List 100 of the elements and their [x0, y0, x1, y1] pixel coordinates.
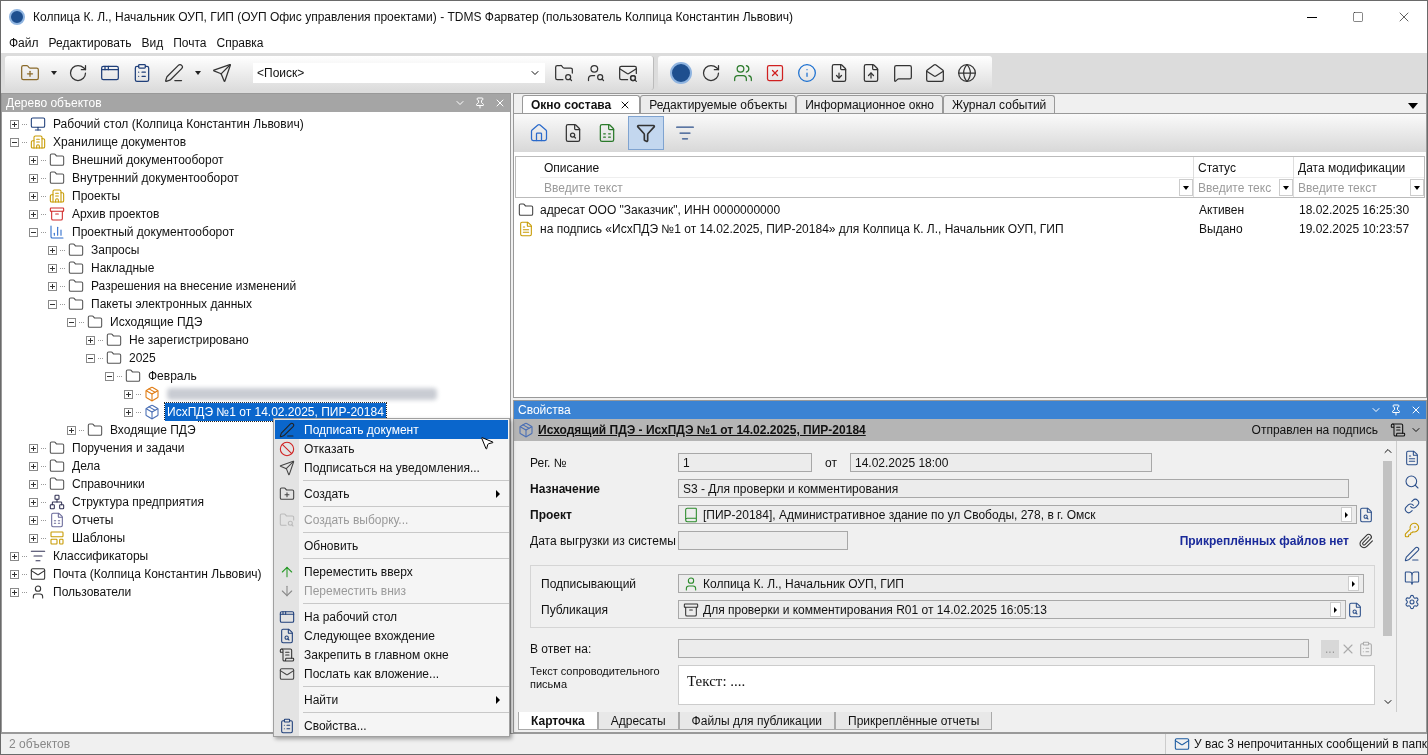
expand-toggle[interactable] [124, 389, 133, 399]
table-cell-text: Активен [1198, 201, 1246, 219]
find-publication-button[interactable] [1346, 600, 1364, 619]
expand-toggle[interactable] [10, 587, 19, 597]
tab[interactable]: Информационное окно [796, 95, 943, 113]
expand-toggle[interactable] [124, 407, 133, 417]
menu-item[interactable]: Отказать [275, 439, 508, 458]
tab[interactable]: Окно состава [522, 95, 641, 113]
reg-number-field[interactable]: 1 [678, 453, 812, 472]
cover-letter-field[interactable]: Текст: .... [678, 665, 1375, 705]
menu-item[interactable]: Закрепить в главном окне [275, 645, 508, 664]
tab[interactable]: Журнал событий [942, 95, 1056, 113]
date-field[interactable]: 14.02.2025 18:00 [850, 453, 1152, 472]
pen-button[interactable] [1402, 545, 1421, 563]
tree-item[interactable]: Внутренний документооборот [70, 169, 241, 187]
dropdown-caret-icon[interactable] [51, 71, 57, 75]
menu-item[interactable]: Следующее вхождение [275, 626, 508, 645]
menu-item[interactable]: Найти [275, 690, 508, 709]
expand-toggle[interactable] [10, 119, 19, 129]
expand-toggle[interactable] [29, 155, 38, 165]
collapse-toggle[interactable] [86, 353, 95, 363]
expand-toggle[interactable] [29, 533, 38, 543]
menu-item[interactable]: Почта [169, 34, 211, 52]
filter-field[interactable]: Введите текст [1294, 177, 1424, 197]
menu-item[interactable]: Файл [5, 34, 43, 52]
collapse-toggle[interactable] [67, 317, 76, 327]
menu-item[interactable]: Вид [137, 34, 168, 52]
expand-toggle[interactable] [29, 515, 38, 525]
pin-icon[interactable] [1390, 404, 1402, 416]
book-button[interactable] [1402, 569, 1421, 587]
project-field[interactable]: [ПИР-20184], Административное здание по ул Свободы, 278, в г. Омск [678, 505, 1357, 524]
menu-item[interactable]: Справка [212, 34, 268, 52]
tree-item[interactable]: ИсхПДЭ №1 от 14.02.2025, ПИР-20184 [165, 403, 386, 421]
collapse-toggle[interactable] [105, 371, 114, 381]
search-button[interactable] [1402, 473, 1421, 491]
publication-field[interactable]: Для проверки и комментирования R01 от 14.02.2025 16:05:13 [678, 600, 1346, 619]
expand-toggle[interactable] [48, 245, 57, 255]
menu-item[interactable]: Создать [275, 484, 508, 503]
mail-icon [30, 566, 46, 582]
expand-toggle[interactable] [86, 335, 95, 345]
window-icon-icon [100, 63, 120, 83]
delete-cross-icon [765, 63, 785, 83]
tab[interactable]: Карточка [518, 712, 598, 730]
menu-item[interactable]: Обновить [275, 536, 508, 555]
purpose-field[interactable]: S3 - Для проверки и комментирования [678, 479, 1349, 498]
tab[interactable]: Редактируемые объекты [640, 95, 797, 113]
expand-toggle[interactable] [48, 281, 57, 291]
expand-toggle[interactable] [29, 209, 38, 219]
table-cell-text: 18.02.2025 16:25:30 [1298, 201, 1411, 219]
menu-item[interactable]: Подписать документ [275, 420, 508, 439]
tree-item[interactable]: Разрешения на внесение изменений [89, 277, 299, 295]
link-button[interactable] [1402, 497, 1421, 515]
export-date-field[interactable] [678, 531, 848, 550]
search-combobox[interactable]: <Поиск> [253, 63, 545, 83]
submenu-arrow-icon [496, 695, 500, 704]
menu-item[interactable]: Переместить вверх [275, 562, 508, 581]
expand-toggle[interactable] [48, 263, 57, 273]
reply-to-field[interactable] [678, 639, 1309, 658]
dropdown-caret-icon[interactable] [195, 71, 201, 75]
expand-toggle[interactable] [67, 425, 76, 435]
find-project-button[interactable] [1357, 505, 1375, 524]
attach-file-button[interactable] [1357, 531, 1375, 550]
menu-item[interactable]: Редактировать [44, 34, 136, 52]
expand-toggle[interactable] [29, 461, 38, 471]
expand-toggle[interactable] [10, 551, 19, 561]
expand-toggle[interactable] [29, 479, 38, 489]
menu-item[interactable]: Подписаться на уведомления... [275, 458, 508, 477]
filter-button[interactable] [628, 116, 664, 150]
expand-toggle[interactable] [29, 173, 38, 183]
expand-toggle[interactable] [29, 443, 38, 453]
menu-item[interactable]: Послать как вложение... [275, 664, 508, 683]
send-mail-icon [279, 459, 295, 476]
tree-item[interactable]: Рабочий стол (Колпица Константин Львович) [51, 115, 306, 133]
close-icon[interactable] [1410, 404, 1422, 416]
field-label: Дата выгрузки из системы [530, 532, 677, 550]
collapse-toggle[interactable] [29, 227, 38, 237]
tab[interactable]: Адресаты [597, 712, 679, 730]
object-title-link[interactable]: Исходящий ПДЭ - ИсхПДЭ №1 от 14.02.2025, ПИР-20184 [538, 421, 866, 439]
attachments-link[interactable]: Прикреплённых файлов нет [1179, 531, 1349, 550]
folder-icon [125, 368, 141, 384]
column-header[interactable]: Дата модификации [1294, 157, 1424, 177]
folder-icon [68, 260, 84, 276]
app-logo-button[interactable] [670, 62, 692, 84]
collapse-toggle[interactable] [10, 137, 19, 147]
signer-field[interactable]: Колпица К. Л., Начальник ОУП, ГИП [678, 574, 1364, 593]
user-icon [30, 584, 46, 600]
tree-item[interactable]: Проектный документооборот [70, 223, 237, 241]
column-header[interactable]: Статус [1194, 157, 1293, 177]
menu-item[interactable]: Свойства... [275, 716, 508, 735]
tab[interactable]: Файлы для публикации [678, 712, 836, 730]
menu-item[interactable]: На рабочий стол [275, 607, 508, 626]
expand-toggle[interactable] [10, 569, 19, 579]
column-header[interactable]: Описание [540, 157, 1193, 177]
tab[interactable]: Прикреплённые отчеты [835, 712, 993, 730]
collapse-toggle[interactable] [48, 299, 57, 309]
settings-button[interactable] [1402, 593, 1421, 611]
filter-field[interactable]: Введите текс [1194, 177, 1293, 197]
tree-item[interactable]: Внешний документооборот [70, 151, 226, 169]
expand-toggle[interactable] [29, 191, 38, 201]
expand-toggle[interactable] [29, 497, 38, 507]
